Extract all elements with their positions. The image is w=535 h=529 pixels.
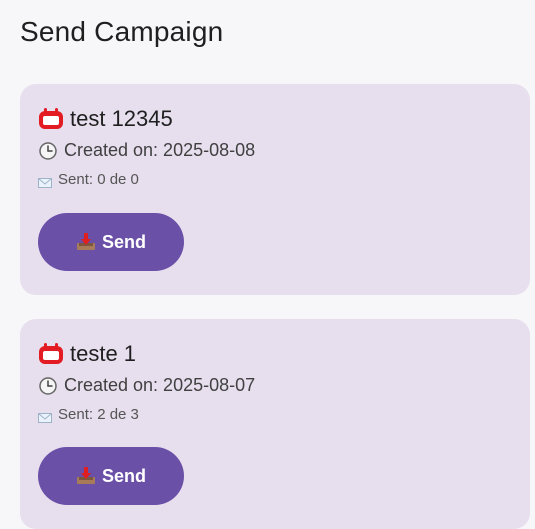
send-button-label: Send (101, 465, 146, 486)
send-campaign-screen: Send Campaign test 12345 Created on: 202… (0, 0, 535, 529)
clock-icon (38, 141, 58, 161)
sent-count: Sent: 0 de 0 (58, 171, 139, 188)
sent-row: Sent: 2 de 3 (38, 406, 139, 423)
envelope-icon (38, 410, 52, 423)
envelope-icon (38, 175, 52, 188)
sent-row: Sent: 0 de 0 (38, 171, 139, 188)
created-row: Created on: 2025-08-07 (38, 375, 255, 396)
send-button[interactable]: Send (38, 213, 184, 271)
page-title: Send Campaign (20, 16, 224, 47)
campaign-card: teste 1 Created on: 2025-08-07 Sent: 2 d… (20, 319, 530, 529)
campaign-title: teste 1 (70, 341, 137, 366)
clock-icon (38, 376, 58, 396)
campaign-title-row: test 12345 (38, 106, 173, 132)
campaign-title: test 12345 (70, 106, 173, 131)
send-button-label: Send (101, 231, 146, 252)
inbox-tray-icon (76, 233, 96, 251)
send-button[interactable]: Send (38, 447, 184, 505)
calendar-icon (38, 108, 64, 130)
created-row: Created on: 2025-08-08 (38, 140, 255, 161)
campaign-title-row: teste 1 (38, 341, 136, 367)
created-date: Created on: 2025-08-07 (64, 375, 256, 395)
campaign-card: test 12345 Created on: 2025-08-08 Sent: … (20, 84, 530, 295)
inbox-tray-icon (76, 467, 96, 485)
created-date: Created on: 2025-08-08 (64, 140, 256, 160)
calendar-icon (38, 343, 64, 365)
sent-count: Sent: 2 de 3 (58, 406, 139, 423)
